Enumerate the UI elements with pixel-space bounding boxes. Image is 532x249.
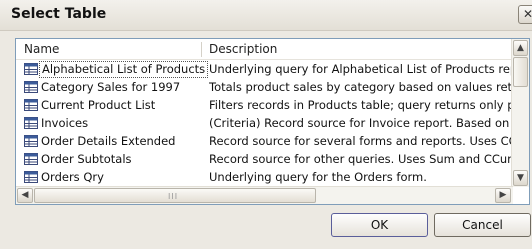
close-button[interactable]: ✕ bbox=[518, 5, 532, 24]
column-divider[interactable] bbox=[201, 42, 202, 57]
list-item-description: Totals product sales by category based o… bbox=[209, 80, 511, 94]
cancel-button[interactable]: Cancel bbox=[434, 213, 531, 237]
list-item-name: Alphabetical List of Products bbox=[39, 61, 209, 78]
table-list[interactable]: Name Description Alphabetical List of Pr… bbox=[15, 38, 530, 205]
list-item-description: Underlying query for Alphabetical List o… bbox=[209, 62, 511, 76]
list-rows: Alphabetical List of Products Underlying … bbox=[16, 60, 513, 186]
table-icon bbox=[24, 63, 38, 75]
vertical-scroll-thumb[interactable] bbox=[513, 57, 528, 87]
list-item[interactable]: Orders Qry Underlying query for the Order… bbox=[16, 168, 513, 186]
horizontal-scrollbar[interactable]: ◀ III ▶ bbox=[16, 186, 513, 204]
select-table-dialog: Select Table ✕ Name Description Alphabet… bbox=[0, 0, 532, 249]
table-icon bbox=[24, 99, 38, 111]
list-item-description: Filters records in Products table; query… bbox=[209, 98, 511, 112]
list-item-name: Invoices bbox=[41, 116, 89, 130]
table-icon bbox=[24, 171, 38, 183]
dialog-title: Select Table bbox=[11, 6, 107, 22]
list-item-description: (Criteria) Record source for Invoice rep… bbox=[209, 116, 511, 130]
list-item[interactable]: Current Product List Filters records in P… bbox=[16, 96, 513, 114]
list-item-name: Order Subtotals bbox=[41, 152, 132, 166]
vertical-scrollbar[interactable]: ▲ ▼ bbox=[511, 39, 529, 187]
list-item-name: Category Sales for 1997 bbox=[41, 80, 181, 94]
scroll-up-icon: ▲ bbox=[517, 43, 524, 53]
list-item[interactable]: Order Details Extended Record source for … bbox=[16, 132, 513, 150]
table-icon bbox=[24, 81, 38, 93]
scroll-left-button[interactable]: ◀ bbox=[17, 188, 33, 203]
grip-icon: III bbox=[168, 192, 179, 201]
list-header: Name Description bbox=[16, 39, 513, 60]
ok-button[interactable]: OK bbox=[331, 213, 428, 237]
column-header-description[interactable]: Description bbox=[209, 42, 277, 56]
list-item-name: Orders Qry bbox=[41, 170, 104, 184]
list-item-description: Record source for several forms and repo… bbox=[209, 134, 511, 148]
table-icon bbox=[24, 117, 38, 129]
list-item[interactable]: Alphabetical List of Products Underlying … bbox=[16, 60, 513, 78]
title-bar[interactable]: Select Table ✕ bbox=[0, 0, 532, 31]
list-item[interactable]: Invoices (Criteria) Record source for Inv… bbox=[16, 114, 513, 132]
list-item-description: Record source for other queries. Uses Su… bbox=[209, 152, 511, 166]
list-item-name: Order Details Extended bbox=[41, 134, 176, 148]
scroll-up-button[interactable]: ▲ bbox=[513, 40, 528, 56]
list-item[interactable]: Order Subtotals Record source for other q… bbox=[16, 150, 513, 168]
horizontal-scroll-thumb[interactable]: III bbox=[34, 188, 316, 203]
list-item-description: Underlying query for the Orders form. bbox=[209, 170, 427, 184]
scroll-right-button[interactable]: ▶ bbox=[495, 188, 511, 203]
table-icon bbox=[24, 135, 38, 147]
close-icon: ✕ bbox=[522, 7, 532, 21]
scroll-down-icon: ▼ bbox=[517, 173, 524, 183]
list-item-name: Current Product List bbox=[41, 98, 156, 112]
scroll-right-icon: ▶ bbox=[499, 190, 507, 200]
scroll-down-button[interactable]: ▼ bbox=[513, 170, 528, 186]
table-icon bbox=[24, 153, 38, 165]
scroll-left-icon: ◀ bbox=[21, 190, 29, 200]
list-item[interactable]: Category Sales for 1997 Totals product sa… bbox=[16, 78, 513, 96]
column-header-name[interactable]: Name bbox=[24, 42, 59, 56]
